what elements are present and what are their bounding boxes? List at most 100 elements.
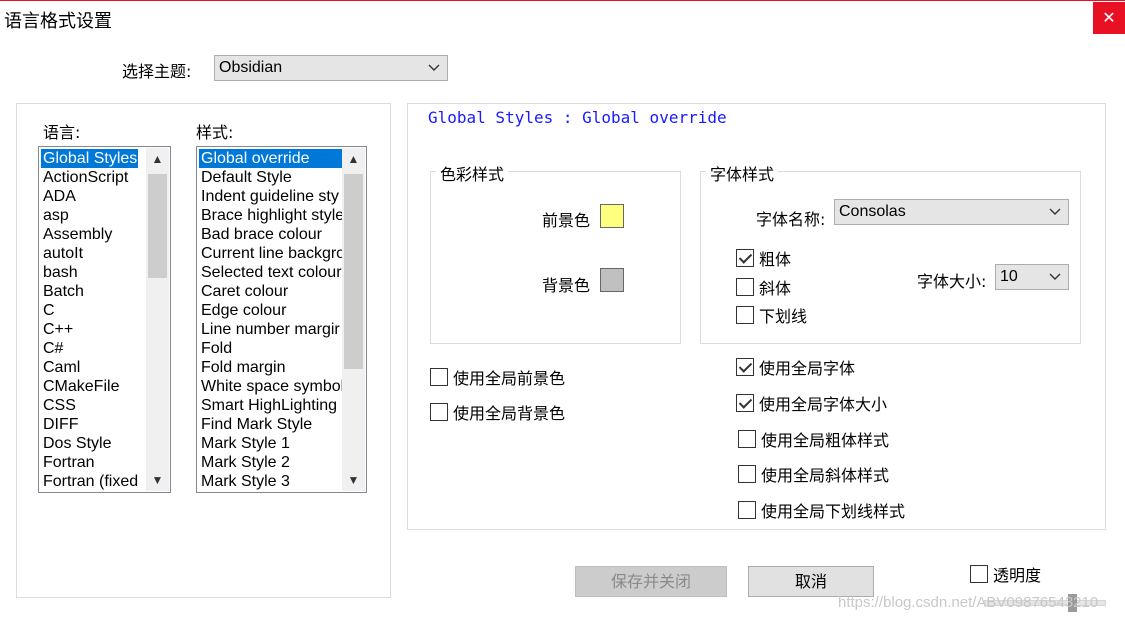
foreground-color-swatch[interactable] [600,204,624,228]
theme-select[interactable]: Obsidian [214,55,448,81]
scroll-thumb[interactable] [148,174,167,278]
list-item[interactable]: Current line backgro [199,244,345,263]
list-item[interactable]: CSS [41,396,138,415]
list-item[interactable]: Fold margin [199,358,345,377]
style-header: Global Styles : Global override [428,108,727,127]
bold-checkbox[interactable]: 粗体 [736,247,791,269]
scroll-up-icon[interactable]: ▲ [146,148,169,170]
list-item[interactable]: Default Style [199,168,345,187]
scroll-up-icon[interactable]: ▲ [342,148,365,170]
checkbox-icon[interactable] [736,278,754,296]
scroll-thumb[interactable] [344,174,363,369]
use-global-fg-checkbox[interactable]: 使用全局前景色 [430,366,565,388]
checkbox-icon[interactable] [970,565,988,583]
list-item[interactable]: Selected text colour [199,263,345,282]
list-item[interactable]: C# [41,339,138,358]
list-item[interactable]: Mark Style 3 [199,472,345,491]
list-item[interactable]: Find Mark Style [199,415,345,434]
use-global-size-checkbox[interactable]: 使用全局字体大小 [736,392,887,414]
list-item[interactable]: Dos Style [41,434,138,453]
use-global-bg-checkbox[interactable]: 使用全局背景色 [430,401,565,423]
list-item[interactable]: Caret colour [199,282,345,301]
color-style-group [430,171,681,344]
list-item[interactable]: Global Styles [41,149,139,168]
font-name-label: 字体名称: [756,210,826,229]
list-item[interactable]: Mark Style 2 [199,453,345,472]
font-name-value: Consolas [839,203,906,220]
language-scrollbar[interactable]: ▲ ▼ [146,148,169,491]
checkbox-checked-icon[interactable] [736,249,754,267]
scroll-down-icon[interactable]: ▼ [342,469,365,491]
list-item[interactable]: Batch [41,282,138,301]
checkbox-icon[interactable] [430,403,448,421]
underline-label: 下划线 [759,307,808,326]
style-list-items: Global override Default Style Indent guide… [199,149,346,491]
list-item[interactable]: Bad brace colour [199,225,345,244]
italic-checkbox[interactable]: 斜体 [736,276,791,298]
font-group-title: 字体样式 [706,161,779,185]
close-button[interactable]: ✕ [1093,2,1125,34]
language-list-items: Global Styles ActionScript ADA asp Assembly a… [41,149,139,491]
checkbox-icon[interactable] [430,368,448,386]
use-global-font-checkbox[interactable]: 使用全局字体 [736,356,855,378]
style-scrollbar[interactable]: ▲ ▼ [342,148,365,491]
style-list[interactable]: Global override Default Style Indent guide… [196,146,367,493]
transparency-label: 透明度 [993,566,1042,585]
underline-checkbox[interactable]: 下划线 [736,304,807,326]
close-icon: ✕ [1102,8,1116,27]
font-size-value: 10 [1000,268,1018,285]
save-close-button[interactable]: 保存并关闭 [575,566,727,597]
transparency-checkbox[interactable]: 透明度 [970,563,1041,585]
list-item[interactable]: Assembly [41,225,138,244]
use-global-italic-label: 使用全局斜体样式 [761,466,890,485]
foreground-label: 前景色 [542,211,591,230]
list-item[interactable]: Mark Style 1 [199,434,345,453]
list-item[interactable]: Global override [199,149,346,168]
checkbox-icon[interactable] [736,306,754,324]
font-size-select[interactable]: 10 [995,264,1069,290]
font-name-select[interactable]: Consolas [834,199,1069,225]
list-item[interactable]: Line number margir [199,320,345,339]
checkbox-icon[interactable] [738,430,756,448]
list-item[interactable]: ActionScript [41,168,138,187]
font-size-label: 字体大小: [917,272,987,291]
list-item[interactable]: Indent guideline sty [199,187,345,206]
list-item[interactable]: autoIt [41,244,138,263]
scroll-down-icon[interactable]: ▼ [146,469,169,491]
use-global-bg-label: 使用全局背景色 [453,404,566,423]
chevron-down-icon [1049,208,1061,215]
list-item[interactable]: ADA [41,187,138,206]
language-label: 语言: [43,123,81,142]
list-item[interactable]: bash [41,263,138,282]
checkbox-checked-icon[interactable] [736,394,754,412]
list-item[interactable]: Smart HighLighting [199,396,345,415]
list-item[interactable]: Fold [199,339,345,358]
use-global-underline-checkbox[interactable]: 使用全局下划线样式 [738,499,905,521]
window-top-border [0,0,1125,1]
list-item[interactable]: Edge colour [199,301,345,320]
list-item[interactable]: C [41,301,138,320]
list-item[interactable]: Fortran [41,453,138,472]
theme-label: 选择主题: [122,62,192,81]
use-global-bold-checkbox[interactable]: 使用全局粗体样式 [738,428,889,450]
italic-label: 斜体 [759,279,792,298]
theme-selected-value: Obsidian [219,59,283,76]
list-item[interactable]: White space symbol [199,377,345,396]
list-item[interactable]: Fortran (fixed [41,472,138,491]
cancel-button[interactable]: 取消 [748,566,874,597]
list-item[interactable]: Caml [41,358,138,377]
use-global-bold-label: 使用全局粗体样式 [761,431,890,450]
checkbox-icon[interactable] [738,465,756,483]
language-list[interactable]: Global Styles ActionScript ADA asp Assembly a… [38,146,171,493]
checkbox-checked-icon[interactable] [736,358,754,376]
background-color-swatch[interactable] [600,268,624,292]
use-global-underline-label: 使用全局下划线样式 [761,502,906,521]
list-item[interactable]: DIFF [41,415,138,434]
checkbox-icon[interactable] [738,501,756,519]
watermark-text: https://blog.csdn.net/ABV09876543210 [838,594,1099,611]
list-item[interactable]: Brace highlight style [199,206,345,225]
use-global-italic-checkbox[interactable]: 使用全局斜体样式 [738,463,889,485]
list-item[interactable]: C++ [41,320,138,339]
list-item[interactable]: asp [41,206,138,225]
list-item[interactable]: CMakeFile [41,377,138,396]
